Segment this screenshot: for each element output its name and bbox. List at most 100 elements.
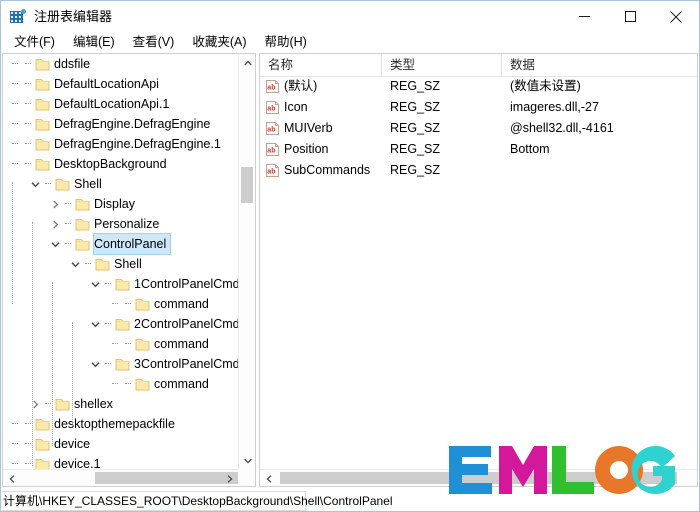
chevron-down-icon[interactable] [29, 174, 42, 194]
registry-tree[interactable]: ddsfile DefaultLocationApi DefaultLocation… [3, 54, 238, 469]
folder-icon [75, 198, 90, 211]
folder-icon [55, 178, 70, 191]
tree-item-label: ControlPanel [92, 233, 172, 255]
chevron-right-icon[interactable] [49, 194, 62, 214]
menu-file[interactable]: 文件(F) [5, 32, 64, 53]
maximize-icon[interactable] [607, 1, 653, 32]
tree-item-shellex[interactable]: shellex [3, 394, 238, 414]
tree-connector [9, 74, 22, 94]
chevron-down-icon[interactable] [89, 354, 102, 374]
tree-connector [102, 314, 115, 334]
column-header-data[interactable]: 数据 [502, 54, 697, 76]
chevron-down-icon[interactable] [49, 234, 62, 254]
tree-scroll-thumb[interactable] [241, 167, 253, 203]
column-header-type[interactable]: 类型 [382, 54, 502, 76]
value-name-cell: ab Position [260, 139, 382, 160]
tree-item-command[interactable]: command [3, 294, 238, 314]
values-list[interactable]: ab (默认) REG_SZ (数值未设置) ab Icon REG_SZ imageres.… [260, 76, 697, 469]
tree-item-label: DefragEngine.DefragEngine.1 [54, 137, 221, 151]
tree-item-desktopbackground[interactable]: DesktopBackground [3, 154, 238, 174]
string-value-icon: ab [266, 143, 279, 156]
tree-item-3controlpanelcmd[interactable]: 3ControlPanelCmd [3, 354, 238, 374]
chevron-down-icon[interactable] [69, 254, 82, 274]
minimize-icon[interactable] [561, 1, 607, 32]
tree-connector [102, 274, 115, 294]
scroll-left-icon[interactable] [3, 470, 20, 486]
tree-horizontal-scrollbar[interactable] [3, 469, 240, 486]
tree-item-command[interactable]: command [3, 334, 238, 354]
tree-item-defragengine-defragengine[interactable]: DefragEngine.DefragEngine [3, 114, 238, 134]
tree-item-personalize[interactable]: Personalize [3, 214, 238, 234]
value-row[interactable]: ab SubCommands REG_SZ [260, 160, 697, 181]
tree-item-controlpanel[interactable]: ControlPanel [3, 233, 238, 255]
value-type: REG_SZ [390, 121, 441, 135]
tree-connector [62, 194, 75, 214]
scroll-up-icon[interactable] [239, 54, 255, 71]
scroll-left-icon[interactable] [260, 470, 277, 486]
tree-vertical-scrollbar[interactable] [238, 54, 255, 469]
tree-connector [42, 174, 55, 194]
folder-icon [75, 218, 90, 231]
tree-hscroll-thumb[interactable] [95, 472, 240, 484]
tree-item-display[interactable]: Display [3, 194, 238, 214]
tree-item-label: command [154, 297, 209, 311]
tree-item-desktopthemepackfile[interactable]: desktopthemepackfile [3, 414, 238, 434]
close-icon[interactable] [653, 1, 699, 32]
value-row[interactable]: ab Icon REG_SZ imageres.dll,-27 [260, 97, 697, 118]
value-row[interactable]: ab MUIVerb REG_SZ @shell32.dll,-4161 [260, 118, 697, 139]
tree-connector [62, 234, 75, 254]
menu-view[interactable]: 查看(V) [124, 32, 184, 53]
svg-text:ab: ab [267, 169, 275, 176]
chevron-down-icon[interactable] [89, 314, 102, 334]
chevron-right-icon[interactable] [29, 394, 42, 414]
value-data: @shell32.dll,-4161 [510, 121, 614, 135]
column-header-name[interactable]: 名称 [260, 54, 382, 76]
tree-scroll-corner [238, 469, 255, 486]
folder-icon [35, 118, 50, 131]
tree-connector [22, 74, 35, 94]
tree-item-defragengine-defragengine-1[interactable]: DefragEngine.DefragEngine.1 [3, 134, 238, 154]
tree-item-2controlpanelcmd[interactable]: 2ControlPanelCmd [3, 314, 238, 334]
tree-connector [9, 154, 22, 174]
registry-tree-pane: ddsfile DefaultLocationApi DefaultLocation… [2, 53, 256, 487]
tree-item-label: command [154, 377, 209, 391]
tree-connector [82, 254, 95, 274]
tree-item-1controlpanelcmd[interactable]: 1ControlPanelCmd [3, 274, 238, 294]
menu-help[interactable]: 帮助(H) [255, 32, 315, 53]
status-bar: 计算机\HKEY_CLASSES_ROOT\DesktopBackground\… [2, 491, 393, 511]
tree-item-shell[interactable]: Shell [3, 254, 238, 274]
tree-connector [9, 54, 22, 74]
tree-item-label: 2ControlPanelCmd [134, 317, 238, 331]
value-type: REG_SZ [390, 100, 441, 114]
tree-connector [109, 294, 122, 314]
menu-favorites[interactable]: 收藏夹(A) [183, 32, 255, 53]
svg-text:ab: ab [267, 106, 275, 113]
tree-item-defaultlocationapi-1[interactable]: DefaultLocationApi.1 [3, 94, 238, 114]
chevron-down-icon[interactable] [89, 274, 102, 294]
folder-icon [135, 378, 150, 391]
tree-guide-line [32, 222, 34, 466]
folder-icon [35, 458, 50, 469]
value-row[interactable]: ab Position REG_SZ Bottom [260, 139, 697, 160]
tree-item-label: Display [94, 197, 135, 211]
tree-connector [122, 334, 135, 354]
tree-item-label: device [54, 437, 91, 451]
menu-edit[interactable]: 编辑(E) [64, 32, 124, 53]
tree-item-device[interactable]: device [3, 434, 238, 454]
folder-icon [135, 338, 150, 351]
value-name: SubCommands [284, 163, 371, 177]
tree-item-shell[interactable]: Shell [3, 174, 238, 194]
tree-item-command[interactable]: command [3, 374, 238, 394]
scroll-down-icon[interactable] [239, 452, 255, 469]
chevron-right-icon[interactable] [49, 214, 62, 234]
folder-icon [35, 438, 50, 451]
value-row[interactable]: ab (默认) REG_SZ (数值未设置) [260, 76, 697, 97]
value-data: Bottom [510, 142, 550, 156]
value-type: REG_SZ [390, 163, 441, 177]
value-name: MUIVerb [284, 121, 333, 135]
tree-item-device-1[interactable]: device.1 [3, 454, 238, 469]
tree-item-defaultlocationapi[interactable]: DefaultLocationApi [3, 74, 238, 94]
tree-item-ddsfile[interactable]: ddsfile [3, 54, 238, 74]
scroll-right-icon[interactable] [221, 470, 238, 486]
registry-values-pane: 名称 类型 数据 ab (默认) REG_SZ (数值未设置) ab Icon REG_SZ… [259, 53, 698, 487]
